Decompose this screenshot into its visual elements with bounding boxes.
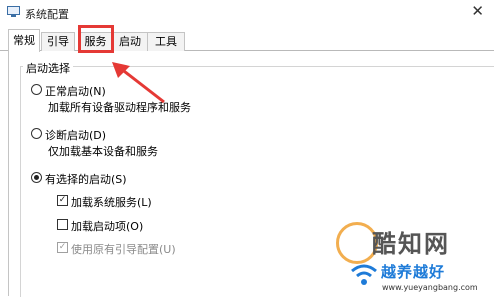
system-config-icon — [7, 6, 20, 17]
selective-startup-label[interactable]: 有选择的启动(S) — [45, 171, 127, 187]
watermark-brand-2: 越养越好 — [381, 263, 446, 281]
load-system-services-label[interactable]: 加载系统服务(L) — [71, 194, 152, 210]
diagnostic-startup-description: 仅加载基本设备和服务 — [48, 145, 158, 158]
load-startup-items-checkbox[interactable] — [57, 219, 68, 230]
normal-startup-label[interactable]: 正常启动(N) — [45, 83, 106, 99]
arrow-icon — [112, 62, 165, 104]
tab-general[interactable]: 常规 — [8, 29, 40, 52]
use-original-boot-config-checkbox: ✓ — [57, 242, 68, 253]
watermark-wifi-icon — [351, 264, 377, 285]
load-system-services-checkbox[interactable]: ✓ — [57, 195, 68, 206]
tab-tools[interactable]: 工具 — [147, 32, 185, 51]
diagnostic-startup-label[interactable]: 诊断启动(D) — [45, 127, 106, 143]
watermark-brand: 酷知网 — [372, 230, 450, 258]
tab-startup[interactable]: 启动 — [111, 32, 149, 51]
group-title: 启动选择 — [23, 60, 73, 76]
close-icon[interactable]: ✕ — [471, 3, 484, 19]
watermark-url: www.yueyangbang.com — [382, 283, 478, 292]
highlight-box — [78, 25, 114, 53]
diagnostic-startup-radio[interactable] — [31, 128, 42, 139]
load-startup-items-label[interactable]: 加载启动项(O) — [71, 218, 143, 234]
tab-boot[interactable]: 引导 — [41, 32, 75, 51]
window-title: 系统配置 — [25, 8, 69, 21]
use-original-boot-config-label: 使用原有引导配置(U) — [71, 243, 176, 256]
selective-startup-radio[interactable] — [31, 172, 42, 183]
normal-startup-radio[interactable] — [31, 84, 42, 95]
title-bar: 系统配置 ✕ — [0, 0, 494, 24]
